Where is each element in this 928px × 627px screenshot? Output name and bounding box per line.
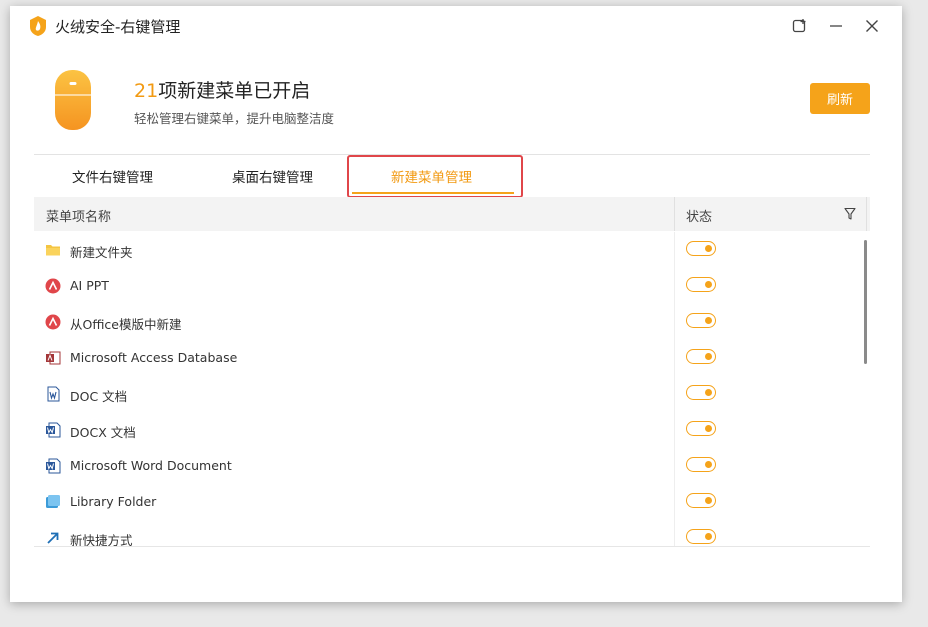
word-icon (46, 458, 61, 474)
header-title: 21项新建菜单已开启 (134, 76, 310, 103)
minimize-icon (830, 25, 842, 27)
ai-ppt-icon (45, 278, 61, 294)
status-toggle[interactable] (686, 421, 716, 436)
tab-highlight-box (347, 155, 523, 198)
list-bottom-border (34, 546, 870, 547)
minimize-button[interactable] (826, 16, 846, 36)
filter-icon[interactable] (844, 207, 856, 221)
header-title-text: 项新建菜单已开启 (158, 80, 311, 102)
status-toggle[interactable] (686, 385, 716, 400)
app-window: 火绒安全-右键管理 21项新建菜单已开启 轻松管理右键菜单，提升电脑整洁度 刷新… (10, 6, 902, 602)
list-scrollbar[interactable] (864, 240, 867, 364)
tab-desktop-context-menu[interactable]: 桌面右键管理 (232, 166, 313, 190)
menu-item-label: Microsoft Access Database (70, 350, 238, 365)
toggle-knob (705, 460, 712, 468)
pin-button[interactable] (790, 16, 810, 36)
status-toggle[interactable] (686, 529, 716, 544)
shortcut-icon (47, 532, 59, 544)
toggle-knob (705, 352, 712, 360)
toggle-knob (705, 496, 712, 504)
pin-icon (792, 19, 806, 33)
close-button[interactable] (862, 16, 882, 36)
library-icon (46, 495, 60, 508)
list-item: Microsoft Word Document (34, 448, 864, 484)
column-separator (674, 197, 675, 231)
toggle-knob (705, 280, 712, 288)
list-item: AI PPT (34, 268, 864, 304)
column-divider (674, 232, 675, 546)
toggle-knob (705, 532, 712, 540)
table-header: 菜单项名称 状态 (34, 197, 870, 231)
folder-icon (46, 245, 60, 256)
toggle-knob (705, 244, 712, 252)
menu-item-label: DOCX 文档 (70, 425, 136, 440)
list-item: 从Office模版中新建 (34, 304, 864, 340)
menu-item-label: DOC 文档 (70, 389, 128, 404)
close-icon (866, 20, 878, 32)
tab-file-context-menu[interactable]: 文件右键管理 (72, 166, 153, 190)
list-item: DOC 文档 (34, 376, 864, 412)
status-toggle[interactable] (686, 313, 716, 328)
huorong-logo-icon (30, 16, 46, 36)
menu-item-label: AI PPT (70, 278, 109, 293)
status-toggle[interactable] (686, 493, 716, 508)
menu-item-label: 新快捷方式 (70, 533, 133, 546)
list-item: Microsoft Access Database (34, 340, 864, 376)
list-item: 新建文件夹 (34, 232, 864, 268)
column-header-name: 菜单项名称 (46, 210, 112, 225)
window-title: 火绒安全-右键管理 (55, 18, 181, 36)
toggle-knob (705, 316, 712, 324)
docx-icon (46, 422, 61, 438)
enabled-count: 21 (134, 80, 159, 102)
mouse-icon (55, 70, 91, 130)
menu-item-label: 新建文件夹 (70, 245, 133, 260)
list-item: DOCX 文档 (34, 412, 864, 448)
refresh-button[interactable]: 刷新 (810, 83, 870, 114)
menu-item-label: Library Folder (70, 494, 157, 509)
list-item: 新快捷方式 (34, 520, 864, 546)
title-bar: 火绒安全-右键管理 (10, 6, 902, 46)
status-toggle[interactable] (686, 241, 716, 256)
column-separator (866, 197, 867, 231)
status-toggle[interactable] (686, 457, 716, 472)
doc-icon (47, 386, 60, 402)
office-template-icon (45, 314, 61, 330)
list-item: Library Folder (34, 484, 864, 520)
toggle-knob (705, 424, 712, 432)
access-icon (46, 351, 61, 365)
status-toggle[interactable] (686, 349, 716, 364)
toggle-knob (705, 388, 712, 396)
menu-item-label: Microsoft Word Document (70, 458, 232, 473)
column-header-status: 状态 (686, 210, 713, 225)
menu-item-label: 从Office模版中新建 (70, 317, 182, 332)
status-toggle[interactable] (686, 277, 716, 292)
menu-item-list: 新建文件夹 AI PPT 从Office模版中新建 Microsoft Acce… (34, 232, 870, 546)
header-subtitle: 轻松管理右键菜单，提升电脑整洁度 (134, 111, 335, 126)
